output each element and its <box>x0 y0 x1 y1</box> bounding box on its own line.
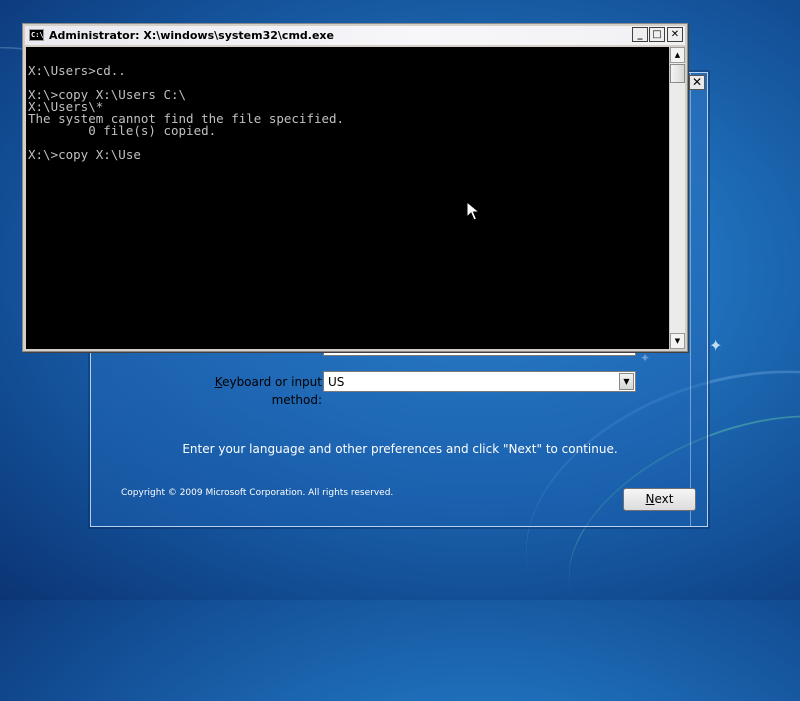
mouse-pointer-icon <box>466 201 480 221</box>
copyright-text: Copyright © 2009 Microsoft Corporation. … <box>121 488 394 498</box>
close-button[interactable]: ✕ <box>667 27 683 42</box>
maximize-button[interactable]: □ <box>649 27 665 42</box>
cmd-window-title: Administrator: X:\windows\system32\cmd.e… <box>49 29 334 42</box>
triangle-up-icon: ▲ <box>674 51 681 59</box>
vertical-scrollbar[interactable]: ▲ ▼ <box>669 47 685 349</box>
close-icon: ✕ <box>691 75 703 89</box>
scroll-thumb[interactable] <box>670 64 685 83</box>
scroll-down-button[interactable]: ▼ <box>670 333 685 349</box>
keyboard-label: Keyboard or input method: <box>177 373 322 409</box>
keyboard-label-text: Keyboard or input method: <box>214 375 322 407</box>
next-button-label: Next <box>645 492 674 506</box>
sparkle-icon: ✦ <box>709 336 723 355</box>
language-select-partial[interactable] <box>323 353 636 356</box>
chevron-down-icon[interactable]: ▼ <box>619 373 634 390</box>
minimize-icon: _ <box>637 29 643 40</box>
close-icon: ✕ <box>670 29 680 40</box>
keyboard-select-value: US <box>328 375 345 389</box>
next-button[interactable]: Next <box>623 488 696 511</box>
keyboard-row: Keyboard or input method: US ▼ <box>91 371 707 407</box>
keyboard-select[interactable]: US ▼ <box>323 371 636 392</box>
cmd-titlebar[interactable]: C:\ Administrator: X:\windows\system32\c… <box>25 26 685 45</box>
scroll-up-button[interactable]: ▲ <box>670 47 685 63</box>
setup-close-button[interactable]: ✕ <box>689 75 705 90</box>
cmd-window[interactable]: C:\ Administrator: X:\windows\system32\c… <box>22 23 688 352</box>
cmd-icon[interactable]: C:\ <box>29 29 44 41</box>
console-text: X:\Users>cd.. X:\>copy X:\Users C:\ X:\U… <box>28 63 345 162</box>
minimize-button[interactable]: _ <box>632 27 648 42</box>
console-output[interactable]: X:\Users>cd.. X:\>copy X:\Users C:\ X:\U… <box>26 47 669 349</box>
setup-instructions: Enter your language and other preference… <box>182 442 618 456</box>
triangle-down-icon: ▼ <box>674 337 681 345</box>
maximize-icon: □ <box>652 29 662 40</box>
